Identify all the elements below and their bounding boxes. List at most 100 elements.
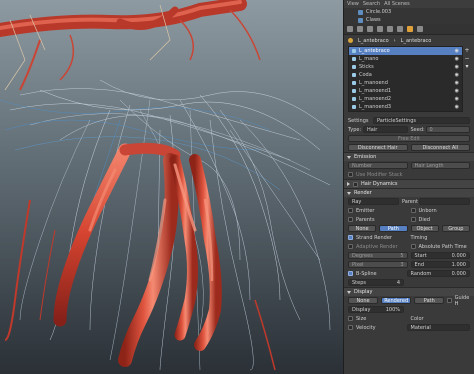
pixel-end-row: Pixel 3 End 1.000 xyxy=(344,260,474,269)
display-mode-path[interactable]: Path xyxy=(414,297,445,304)
list-item[interactable]: Sticks ◉ xyxy=(349,63,462,71)
physics-tab-icon[interactable] xyxy=(417,26,423,32)
parents-checkbox[interactable] xyxy=(348,217,353,222)
type-seed-row: Type: Hair Seed: 0 xyxy=(344,125,474,134)
list-item[interactable]: L_manoend2 ◉ xyxy=(349,95,462,103)
display-mode-rendered[interactable]: Rendered xyxy=(381,297,412,304)
remove-icon[interactable]: − xyxy=(464,55,470,62)
list-item[interactable]: L_antebraco ◉ xyxy=(349,47,462,55)
display-mode-none[interactable]: None xyxy=(348,297,379,304)
random-field[interactable]: Random 0.000 xyxy=(406,270,470,277)
emission-number-row: Number Hair Length xyxy=(344,161,474,170)
hair-icon xyxy=(352,81,356,85)
hair-dynamics-checkbox[interactable] xyxy=(353,181,358,187)
viewport-canvas xyxy=(0,0,343,374)
list-item[interactable]: Coda ◉ xyxy=(349,71,462,79)
material-row: Ray Parent xyxy=(344,197,474,206)
died-checkbox[interactable] xyxy=(410,217,416,222)
render-mode-object[interactable]: Object xyxy=(410,225,439,232)
type-dropdown[interactable]: Hair xyxy=(363,126,408,133)
eye-icon[interactable]: ◉ xyxy=(455,104,459,110)
timing-label: Timing xyxy=(410,234,428,241)
steps-field[interactable]: Steps 4 xyxy=(348,279,404,286)
list-item[interactable]: L_manoend3 ◉ xyxy=(349,103,462,111)
strand-render-checkbox[interactable] xyxy=(348,235,353,240)
bspline-random-row: B-Spline Random 0.000 xyxy=(344,269,474,278)
type-label: Type: xyxy=(348,126,362,133)
outliner-row[interactable]: Circle.003 xyxy=(344,8,474,16)
size-checkbox[interactable] xyxy=(348,316,353,321)
color-dropdown[interactable]: Material xyxy=(406,324,470,331)
eye-icon[interactable]: ◉ xyxy=(455,48,459,54)
chevron-down-icon[interactable]: ▾ xyxy=(464,63,470,70)
outliner-search-menu[interactable]: Search xyxy=(363,1,380,7)
velocity-checkbox[interactable] xyxy=(348,325,353,330)
start-field[interactable]: Start 0.000 xyxy=(410,252,470,259)
parent-field[interactable] xyxy=(419,198,470,205)
display-mode-row: None Rendered Path Guide H xyxy=(344,295,474,307)
modifier-tab-icon[interactable] xyxy=(387,26,393,32)
hair-dynamics-panel-header[interactable]: Hair Dynamics xyxy=(344,179,474,188)
outliner-view-menu[interactable]: View xyxy=(347,1,359,7)
display-percentage-field[interactable]: Display 100% xyxy=(348,306,404,313)
velocity-row: Velocity Material xyxy=(344,323,474,332)
bspline-checkbox[interactable] xyxy=(348,271,353,276)
eye-icon[interactable]: ◉ xyxy=(455,80,459,86)
particles-tab-icon[interactable] xyxy=(407,26,413,32)
settings-datablock-field[interactable]: ParticleSettings xyxy=(373,117,470,124)
steps-row: Steps 4 xyxy=(344,278,474,287)
eye-icon[interactable]: ◉ xyxy=(455,96,459,102)
degrees-field[interactable]: Degrees 5 xyxy=(348,252,408,259)
hair-icon xyxy=(352,97,356,101)
list-item[interactable]: L_mano ◉ xyxy=(349,55,462,63)
list-item[interactable]: L_manoend1 ◉ xyxy=(349,87,462,95)
add-icon[interactable]: + xyxy=(464,47,470,54)
size-color-row: Size Color xyxy=(344,314,474,323)
disconnect-row: Disconnect Hair Disconnect All xyxy=(344,143,474,152)
material-dropdown[interactable]: Ray xyxy=(348,198,399,205)
material-tab-icon[interactable] xyxy=(397,26,403,32)
eye-icon[interactable]: ◉ xyxy=(455,64,459,70)
pixel-field[interactable]: Pixel 3 xyxy=(348,261,408,268)
render-mode-none[interactable]: None xyxy=(348,225,377,232)
unborn-checkbox[interactable] xyxy=(410,208,416,213)
seed-field[interactable]: 0 xyxy=(425,126,470,133)
strand-timing-row: Strand Render Timing xyxy=(344,233,474,242)
end-field[interactable]: End 1.000 xyxy=(410,261,470,268)
properties-panel: View Search All Scenes Circle.003 Claws … xyxy=(343,0,474,374)
seed-label: Seed: xyxy=(410,126,425,133)
emitter-checkbox[interactable] xyxy=(348,208,353,213)
world-tab-icon[interactable] xyxy=(367,26,373,32)
expand-icon xyxy=(347,290,351,294)
adaptive-render-checkbox[interactable] xyxy=(348,244,353,249)
object-icon xyxy=(348,38,353,43)
emission-panel-header[interactable]: Emission xyxy=(344,152,474,161)
scene-tab-icon[interactable] xyxy=(357,26,363,32)
render-mode-group[interactable]: Group xyxy=(441,225,470,232)
modifier-stack-row: Use Modifier Stack xyxy=(344,170,474,179)
eye-icon[interactable]: ◉ xyxy=(455,56,459,62)
render-panel-header[interactable]: Render xyxy=(344,188,474,197)
guide-hair-checkbox[interactable] xyxy=(447,298,452,303)
use-modifier-stack-checkbox[interactable] xyxy=(348,172,353,177)
list-item[interactable]: L_manoend ◉ xyxy=(349,79,462,87)
disconnect-all-button[interactable]: Disconnect All xyxy=(410,144,470,151)
object-tab-icon[interactable] xyxy=(377,26,383,32)
number-field[interactable]: Number xyxy=(348,162,408,169)
render-mode-path[interactable]: Path xyxy=(379,225,408,232)
render-mode-row: None Path Object Group xyxy=(344,224,474,233)
eye-icon[interactable]: ◉ xyxy=(455,72,459,78)
render-tab-icon[interactable] xyxy=(347,26,353,32)
disconnect-hair-button[interactable]: Disconnect Hair xyxy=(348,144,408,151)
emitter-row: Emitter Unborn xyxy=(344,206,474,215)
expand-icon xyxy=(347,155,351,159)
collapse-icon xyxy=(347,182,350,186)
outliner-row[interactable]: Claws xyxy=(344,16,474,24)
degrees-start-row: Degrees 5 Start 0.000 xyxy=(344,251,474,260)
absolute-path-time-checkbox[interactable] xyxy=(410,244,416,249)
hair-length-field[interactable]: Hair Length xyxy=(410,162,470,169)
outliner-scenes-dropdown[interactable]: All Scenes xyxy=(384,1,410,7)
free-edit-button[interactable]: Free Edit xyxy=(348,135,470,142)
eye-icon[interactable]: ◉ xyxy=(455,88,459,94)
3d-viewport[interactable] xyxy=(0,0,343,374)
